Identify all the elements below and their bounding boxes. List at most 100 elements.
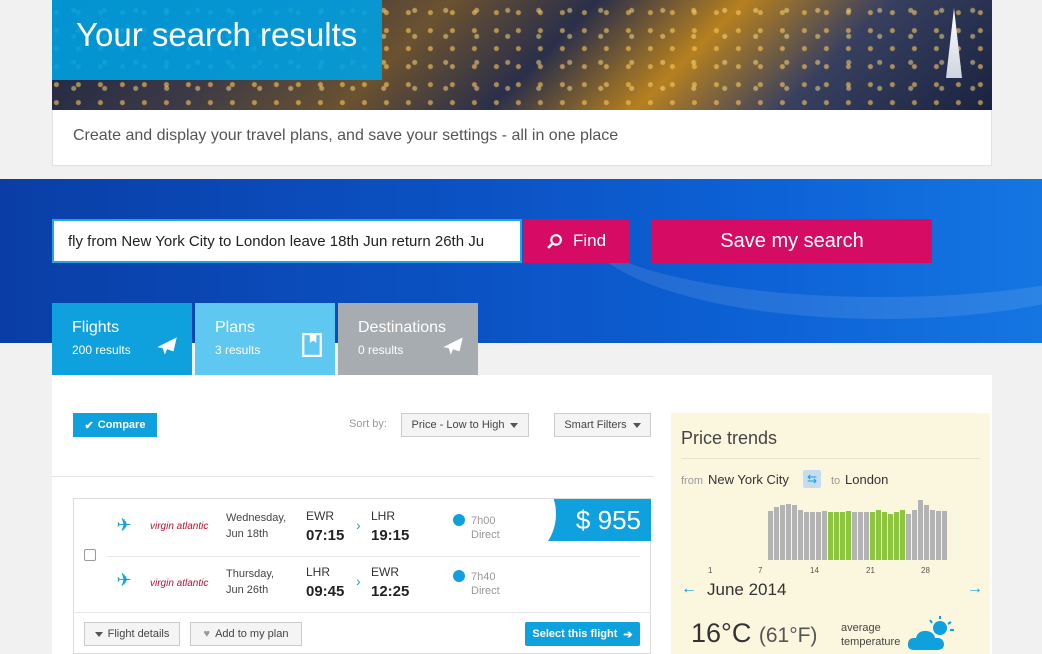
avg-line: average — [841, 622, 881, 634]
price-bar[interactable] — [804, 512, 809, 560]
price-bar[interactable] — [828, 512, 833, 560]
prev-month-arrow-icon[interactable]: ← — [681, 580, 697, 598]
price-bar[interactable] — [942, 511, 947, 560]
clock-icon — [453, 514, 465, 526]
price-bar[interactable] — [768, 511, 773, 560]
price-bar[interactable] — [918, 500, 923, 560]
month-label: June 2014 — [707, 580, 787, 599]
select-label: Select this flight — [532, 628, 618, 640]
price-tag: $ 955 — [516, 499, 651, 541]
duration: 7h00 Direct — [471, 514, 500, 542]
day-text: Wednesday, — [226, 512, 287, 524]
price-bar[interactable] — [798, 510, 803, 560]
duration: 7h40 Direct — [471, 570, 500, 598]
departure-icon: ✈ — [116, 515, 132, 535]
price-bar[interactable] — [936, 511, 941, 560]
price-bar[interactable] — [792, 505, 797, 560]
compare-checkbox[interactable] — [84, 549, 96, 561]
price-bar[interactable] — [864, 512, 869, 560]
return-day: Thursday, Jun 26th — [226, 566, 274, 598]
plane-icon — [157, 337, 177, 355]
price-bar[interactable] — [876, 510, 881, 560]
price-bar[interactable] — [900, 510, 905, 560]
from-label: from — [681, 475, 703, 487]
origin-code: EWR — [306, 509, 334, 523]
add-to-plan-button[interactable]: ♥ Add to my plan — [190, 622, 302, 646]
save-search-button[interactable]: Save my search — [652, 219, 932, 263]
price-bar[interactable] — [894, 512, 899, 560]
airline-logo: virgin atlantic — [150, 578, 209, 589]
tab-destinations[interactable]: Destinations 0 results — [338, 303, 478, 375]
price-bar[interactable] — [906, 514, 911, 560]
duration-text: 7h40 — [471, 571, 496, 583]
partly-cloudy-icon — [907, 616, 954, 650]
price-bar[interactable] — [840, 512, 845, 560]
plan-label: Add to my plan — [215, 628, 289, 640]
price-bar[interactable] — [882, 512, 887, 560]
airline-logo: virgin atlantic — [150, 521, 209, 532]
arrival-time: 12:25 — [371, 583, 410, 600]
average-label: average temperature — [841, 621, 900, 649]
flight-details-button[interactable]: Flight details — [84, 622, 180, 646]
day-tick: 21 — [866, 566, 875, 575]
price-bar[interactable] — [852, 512, 857, 560]
caret-down-icon — [510, 422, 519, 428]
swap-icon[interactable]: ⇆ — [803, 470, 821, 488]
smart-filters-dropdown[interactable]: Smart Filters — [554, 413, 651, 437]
chevron-right-icon: › — [356, 517, 361, 533]
to-label: to — [831, 475, 841, 487]
stops-text: Direct — [471, 529, 500, 541]
day-tick: 14 — [810, 566, 819, 575]
sort-dropdown[interactable]: Price - Low to High — [401, 413, 529, 437]
price-bar[interactable] — [858, 512, 863, 560]
divider — [681, 458, 980, 459]
arrow-right-icon: ➔ — [623, 628, 633, 641]
price-bar[interactable] — [924, 505, 929, 560]
find-label: Find — [572, 231, 607, 250]
search-icon — [547, 233, 562, 249]
compare-button[interactable]: ✔ Compare — [73, 413, 157, 437]
price-bar[interactable] — [822, 511, 827, 560]
page-title: Your search results — [52, 0, 382, 80]
chevron-right-icon: › — [356, 573, 361, 589]
caret-down-icon — [94, 631, 103, 637]
price-bar[interactable] — [888, 514, 893, 560]
day-tick: 28 — [921, 566, 930, 575]
price-bar[interactable] — [912, 510, 917, 560]
find-button[interactable]: Find — [523, 219, 629, 263]
destination-code: LHR — [371, 509, 396, 523]
departure-time: 07:15 — [306, 527, 345, 544]
date-text: Jun 26th — [226, 584, 269, 596]
price-bar-chart — [768, 500, 948, 560]
intro-text: Create and display your travel plans, an… — [52, 110, 992, 166]
price-bar[interactable] — [870, 512, 875, 560]
price-bar[interactable] — [786, 504, 791, 560]
check-icon: ✔ — [84, 419, 94, 432]
tab-plans[interactable]: Plans 3 results — [195, 303, 335, 375]
sort-label: Sort by: — [349, 418, 387, 430]
bookmark-icon — [302, 333, 322, 357]
date-text: Jun 18th — [226, 528, 269, 540]
caret-down-icon — [632, 422, 641, 428]
price-bar[interactable] — [780, 505, 785, 560]
avg-line: temperature — [841, 636, 901, 648]
stops-text: Direct — [471, 585, 500, 597]
select-flight-button[interactable]: Select this flight ➔ — [525, 622, 640, 646]
temperature: 16°C (61°F) — [691, 618, 817, 649]
next-month-arrow-icon[interactable]: → — [967, 580, 983, 598]
tab-flights[interactable]: Flights 200 results — [52, 303, 192, 385]
day-tick: 1 — [708, 566, 713, 575]
details-label: Flight details — [107, 628, 170, 640]
search-input[interactable]: fly from New York City to London leave 1… — [52, 219, 522, 263]
return-icon: ✈ — [116, 570, 132, 590]
price-bar[interactable] — [930, 510, 935, 560]
price-bar[interactable] — [774, 507, 779, 560]
price-bar[interactable] — [816, 512, 821, 560]
price-bar[interactable] — [834, 512, 839, 560]
departure-time: 09:45 — [306, 583, 345, 600]
price-bar[interactable] — [810, 512, 815, 560]
temp-celsius: 16°C — [691, 618, 752, 648]
divider — [52, 476, 654, 477]
price-bar[interactable] — [846, 511, 851, 560]
heart-icon: ♥ — [203, 628, 211, 640]
